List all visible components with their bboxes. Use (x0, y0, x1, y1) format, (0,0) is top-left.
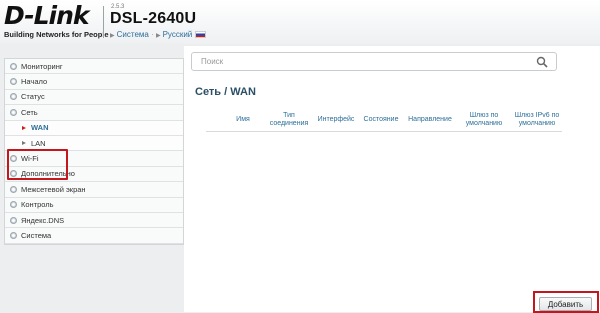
sidebar-item-status[interactable]: Статус (5, 89, 183, 106)
wan-table-header: Имя Тип соединения Интерфейс Состояние Н… (206, 108, 562, 132)
header-subnav: ▶ Система · ▶ Русский (110, 30, 207, 39)
bullet-icon (10, 201, 17, 209)
brand-tagline: Building Networks for People (4, 30, 109, 39)
triangle-right-icon (22, 125, 26, 130)
sidebar-item-label: Мониторинг (21, 61, 63, 71)
sidebar-item-start[interactable]: Начало (5, 74, 183, 90)
column-direction[interactable]: Направление (404, 116, 456, 124)
network-wan-highlight (7, 149, 68, 180)
bullet-icon (10, 216, 17, 224)
bullet-icon (10, 185, 17, 193)
column-default-gateway[interactable]: Шлюз по умолчанию (456, 112, 512, 128)
bullet-icon (10, 62, 17, 70)
arrow-right-icon: ▶ (155, 33, 161, 39)
dlink-logo[interactable]: D-Link Building Networks for People (4, 1, 109, 40)
search-placeholder: Поиск (201, 57, 224, 66)
system-link[interactable]: Система (117, 30, 149, 39)
sidebar-item-label: Статус (21, 92, 45, 102)
bullet-icon (10, 231, 17, 239)
sidebar-item-control[interactable]: Контроль (5, 197, 183, 213)
sidebar-item-label: Начало (21, 77, 48, 87)
search-icon[interactable] (536, 56, 548, 68)
sidebar-item-label: Межсетевой экран (21, 184, 86, 194)
page-title: Сеть / WAN (195, 86, 256, 98)
sidebar-item-system[interactable]: Система (5, 228, 183, 244)
bullet-icon (10, 93, 17, 101)
sidebar-item-label: Контроль (21, 200, 54, 210)
sidebar-item-yandex-dns[interactable]: Яндекс.DNS (5, 212, 183, 229)
language-link[interactable]: Русский (163, 30, 193, 39)
sidebar-item-monitoring[interactable]: Мониторинг (5, 59, 183, 75)
column-connection-type[interactable]: Тип соединения (264, 112, 314, 128)
column-name[interactable]: Имя (222, 116, 264, 124)
header-divider (103, 6, 104, 38)
brand-name: D-Link (4, 1, 90, 30)
sidebar-item-label: Яндекс.DNS (21, 215, 65, 225)
russia-flag-icon (195, 31, 207, 38)
bullet-icon (10, 108, 17, 116)
sidebar-item-wan[interactable]: WAN (5, 120, 183, 136)
column-interface[interactable]: Интерфейс (314, 116, 358, 124)
main-panel: Поиск Сеть / WAN Имя Тип соединения Инте… (184, 46, 600, 313)
arrow-right-icon: ▶ (110, 33, 115, 39)
sidebar-item-label: WAN (31, 123, 49, 133)
sidebar: Мониторинг Начало Статус Сеть WAN LAN Wi… (0, 46, 184, 312)
column-state[interactable]: Состояние (358, 116, 404, 124)
model-name: DSL-2640U (110, 10, 197, 27)
sidebar-item-network[interactable]: Сеть (5, 105, 183, 121)
sidebar-item-label: Система (21, 230, 52, 240)
sidebar-item-firewall[interactable]: Межсетевой экран (5, 182, 183, 198)
header: D-Link Building Networks for People 2.5.… (0, 0, 600, 44)
search-input[interactable]: Поиск (191, 52, 557, 71)
triangle-right-icon (22, 141, 26, 146)
sidebar-item-label: Сеть (21, 107, 38, 117)
column-ipv6-default-gateway[interactable]: Шлюз IPv6 по умолчанию (512, 112, 562, 128)
add-button-highlight (533, 291, 599, 313)
bullet-icon (10, 78, 17, 86)
sidebar-item-label: LAN (31, 138, 46, 148)
